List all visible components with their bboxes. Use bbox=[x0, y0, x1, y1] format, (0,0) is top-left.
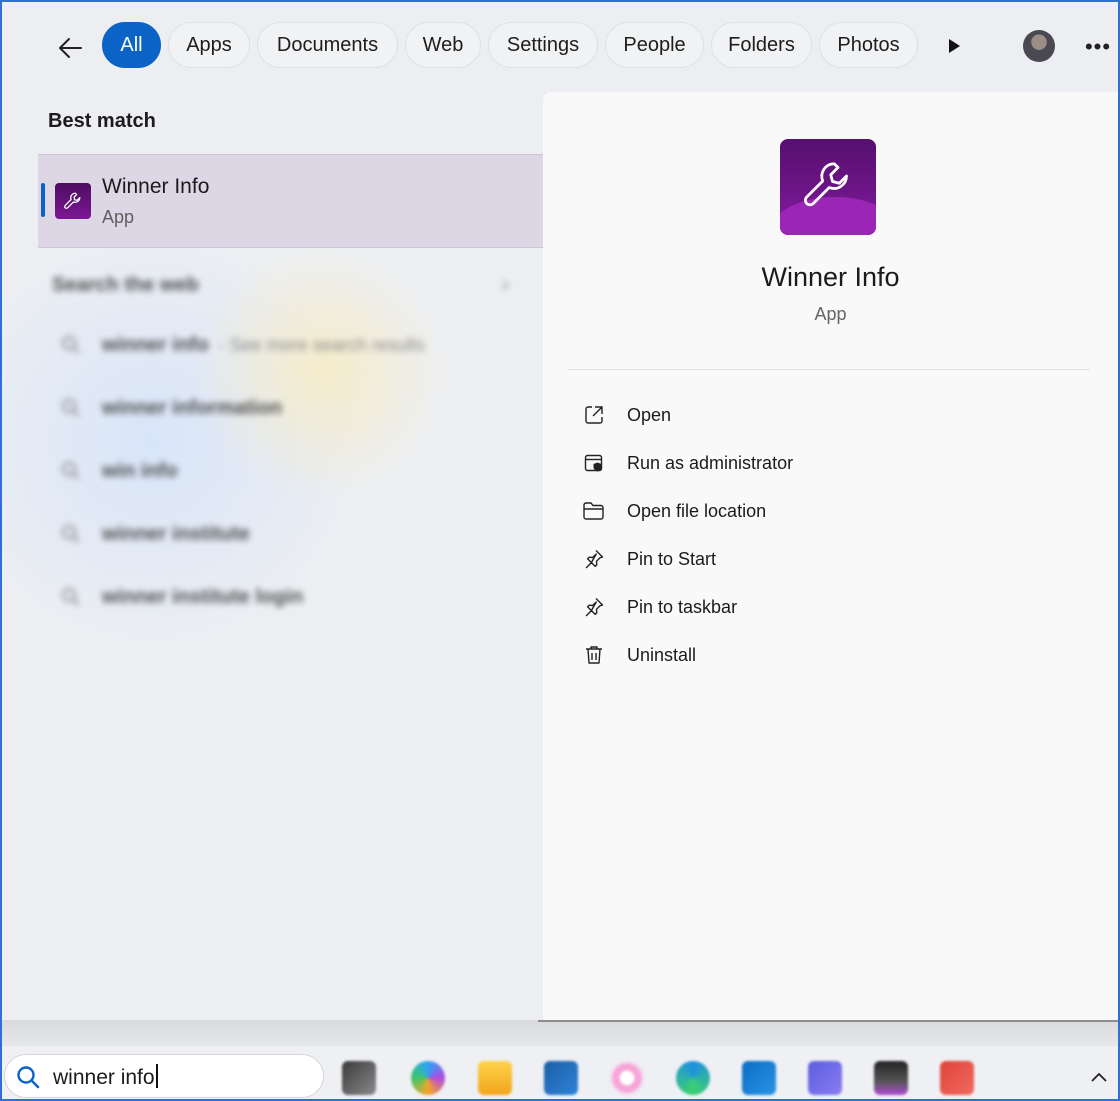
pin-icon bbox=[581, 594, 607, 620]
search-icon bbox=[17, 1066, 40, 1089]
trash-icon bbox=[581, 642, 607, 668]
pin-icon bbox=[581, 546, 607, 572]
search-icon bbox=[62, 399, 80, 417]
arrow-left-icon bbox=[59, 38, 82, 58]
filter-tab-photos[interactable]: Photos bbox=[819, 22, 918, 68]
system-tray-chevron-button[interactable] bbox=[1084, 1062, 1114, 1092]
suggestion-text: winner info bbox=[102, 333, 209, 356]
filter-tab-settings[interactable]: Settings bbox=[488, 22, 598, 68]
shield-admin-icon bbox=[581, 450, 607, 476]
filter-tab-label: All bbox=[120, 33, 143, 56]
action-label: Uninstall bbox=[627, 644, 697, 665]
taskbar-app-icon[interactable] bbox=[342, 1061, 376, 1095]
selection-indicator bbox=[41, 183, 45, 217]
start-search-window: All Apps Documents Web Settings People F… bbox=[2, 2, 1118, 1099]
suggestion-hint: - See more search results bbox=[218, 334, 425, 355]
chevron-up-icon bbox=[1091, 1072, 1107, 1082]
app-detail-pane: Winner Info App Open Run as administrato… bbox=[543, 92, 1118, 1022]
divider bbox=[568, 369, 1090, 370]
action-label: Pin to taskbar bbox=[627, 596, 738, 617]
taskbar-app-icon[interactable] bbox=[874, 1061, 908, 1095]
filter-tab-label: Web bbox=[422, 33, 464, 56]
app-title: Winner Info bbox=[761, 262, 900, 292]
divider bbox=[538, 1020, 1118, 1022]
outlook-icon[interactable] bbox=[742, 1061, 776, 1095]
wrench-icon bbox=[804, 162, 848, 207]
filter-tab-folders[interactable]: Folders bbox=[711, 22, 812, 68]
web-suggestion[interactable]: winner info - See more search results bbox=[60, 330, 425, 360]
filter-tab-all[interactable]: All bbox=[102, 22, 161, 68]
action-label: Run as administrator bbox=[627, 452, 794, 473]
web-suggestion[interactable]: winner institute login bbox=[60, 582, 303, 612]
ellipsis-icon: ••• bbox=[1084, 34, 1112, 59]
filter-tab-label: Settings bbox=[506, 33, 580, 56]
copilot-icon[interactable] bbox=[411, 1061, 445, 1095]
suggestion-text: winner information bbox=[102, 396, 282, 419]
filter-tab-label: People bbox=[623, 33, 686, 56]
action-pin-to-taskbar[interactable]: Pin to taskbar bbox=[581, 589, 737, 625]
best-match-name: Winner Info bbox=[102, 175, 210, 198]
app-large-icon bbox=[780, 139, 876, 235]
search-icon bbox=[62, 525, 80, 543]
web-suggestion[interactable]: winner information bbox=[60, 393, 282, 423]
filter-tab-label: Photos bbox=[837, 33, 900, 56]
best-match-heading: Best match bbox=[48, 110, 156, 132]
suggestion-text: win info bbox=[102, 459, 178, 482]
taskbar-app-icon[interactable] bbox=[610, 1061, 644, 1095]
taskbar-search-box[interactable]: winner info bbox=[4, 1054, 324, 1098]
more-categories-button[interactable] bbox=[940, 32, 968, 60]
edge-icon[interactable] bbox=[676, 1061, 710, 1095]
play-icon bbox=[949, 39, 960, 53]
chevron-right-icon[interactable]: › bbox=[502, 274, 509, 297]
filter-tab-label: Documents bbox=[276, 33, 379, 56]
panel-bottom-edge bbox=[2, 1020, 1118, 1046]
app-subtitle: App bbox=[814, 304, 847, 324]
action-open[interactable]: Open bbox=[581, 397, 671, 433]
best-match-item[interactable]: Winner Info App bbox=[38, 154, 544, 248]
search-input-value: winner info bbox=[53, 1066, 155, 1089]
suggestion-text: winner institute login bbox=[102, 585, 304, 608]
search-input[interactable]: winner info bbox=[53, 1064, 158, 1090]
action-label: Pin to Start bbox=[627, 548, 717, 569]
suggestion-text: winner institute bbox=[102, 522, 250, 545]
web-suggestion[interactable]: winner institute bbox=[60, 519, 250, 549]
taskbar-app-icon[interactable] bbox=[940, 1061, 974, 1095]
store-icon[interactable] bbox=[544, 1061, 578, 1095]
filter-tab-label: Folders bbox=[728, 33, 795, 56]
action-label: Open bbox=[627, 404, 672, 425]
file-explorer-icon[interactable] bbox=[478, 1061, 512, 1095]
filter-tab-documents[interactable]: Documents bbox=[257, 22, 398, 68]
filter-tab-people[interactable]: People bbox=[605, 22, 704, 68]
open-external-icon bbox=[581, 402, 607, 428]
wrench-icon bbox=[55, 183, 91, 219]
filter-bar: All Apps Documents Web Settings People F… bbox=[2, 2, 1118, 90]
web-section-title: Search the web bbox=[52, 274, 199, 296]
action-label: Open file location bbox=[627, 500, 767, 521]
more-options-button[interactable]: ••• bbox=[1082, 32, 1114, 62]
taskbar: winner info bbox=[2, 1046, 1118, 1099]
search-icon bbox=[62, 336, 80, 354]
filter-tab-web[interactable]: Web bbox=[405, 22, 481, 68]
folder-icon bbox=[581, 498, 607, 524]
web-search-section: Search the web › winner info - See more … bbox=[2, 252, 542, 632]
back-button[interactable] bbox=[50, 30, 90, 66]
teams-icon[interactable] bbox=[808, 1061, 842, 1095]
filter-tab-apps[interactable]: Apps bbox=[168, 22, 250, 68]
action-run-as-administrator[interactable]: Run as administrator bbox=[581, 445, 793, 481]
avatar[interactable] bbox=[1023, 30, 1055, 62]
text-caret bbox=[155, 1064, 158, 1088]
action-uninstall[interactable]: Uninstall bbox=[581, 637, 696, 673]
action-open-file-location[interactable]: Open file location bbox=[581, 493, 766, 529]
best-match-type: App bbox=[102, 207, 135, 227]
filter-tab-label: Apps bbox=[186, 33, 232, 56]
search-icon bbox=[62, 588, 80, 606]
web-suggestion[interactable]: win info bbox=[60, 456, 178, 486]
action-pin-to-start[interactable]: Pin to Start bbox=[581, 541, 716, 577]
search-icon bbox=[62, 462, 80, 480]
